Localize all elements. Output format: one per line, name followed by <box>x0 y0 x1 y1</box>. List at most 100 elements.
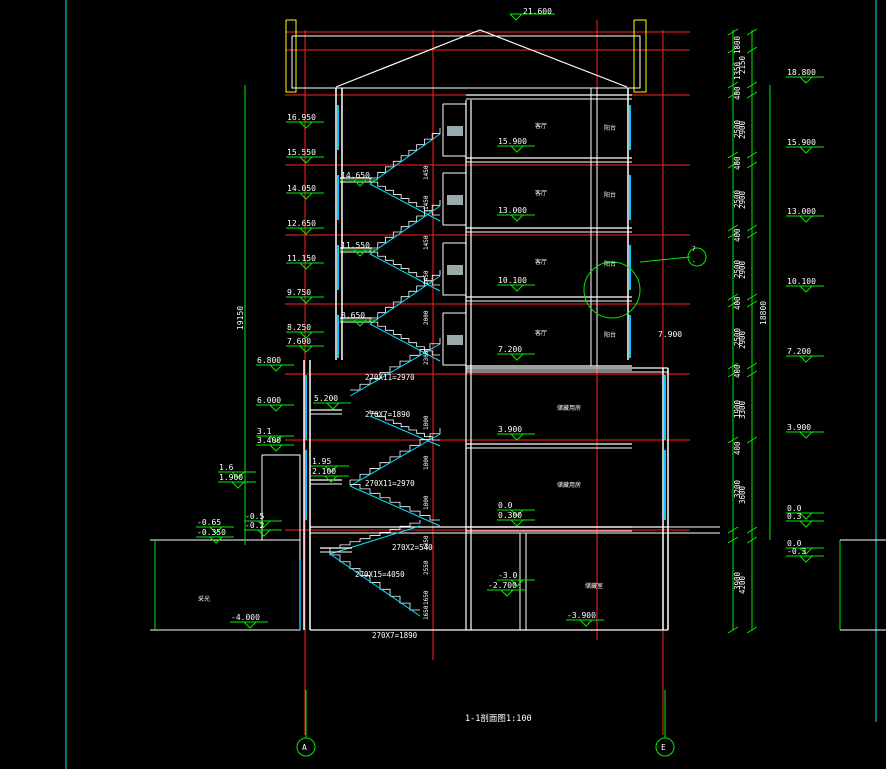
left-elevation-2-triangle <box>299 192 313 200</box>
left-elevation-13-triangle <box>231 481 245 489</box>
stair-run-1: 270X7=1890 <box>365 410 411 419</box>
drawing-title: 1-1剖面图 <box>465 713 506 724</box>
right-elevation-2-triangle <box>799 215 813 223</box>
section-mark-sheet: - <box>692 258 696 265</box>
right-elevation-7: 0.3 <box>787 512 802 521</box>
door-2-panel <box>447 335 463 345</box>
detail-callout-leader <box>639 256 691 263</box>
right-elevation-1-triangle <box>799 146 813 154</box>
right-elevation-4: 7.200 <box>787 347 811 356</box>
right-elevation-3-triangle <box>799 285 813 293</box>
left-elevation-9-triangle <box>269 404 283 412</box>
room-balcony-3: 阳台 <box>604 331 616 339</box>
right-dim-inner-6: 400 <box>733 228 742 242</box>
detail-callout-circle <box>583 261 641 319</box>
left-elevation-12: 1.6 <box>219 463 234 472</box>
floor-elevation-9-triangle <box>579 619 593 627</box>
left-elevation-9: 6.000 <box>257 396 281 405</box>
left-elevation-0-triangle <box>299 121 313 129</box>
right-dim-outer-1: 2900 <box>738 120 747 139</box>
room-balcony-1: 阳台 <box>604 191 616 199</box>
door-3-panel <box>447 265 463 275</box>
landing-elevation-5-triangle <box>324 475 338 483</box>
axis-label-a: A <box>302 743 307 752</box>
floor-elevation-3: 7.200 <box>498 345 522 354</box>
flight-basement-steps <box>329 548 420 611</box>
room-balcony-0: 阳台 <box>604 124 616 132</box>
right-dim-outer-7: 4200 <box>738 575 747 594</box>
door-4-panel <box>447 195 463 205</box>
landing-elevation-2: 8.650 <box>341 311 365 320</box>
stair-run-4: 270X15=4050 <box>355 570 405 579</box>
floor-elevation-1: 13.000 <box>498 206 527 215</box>
left-elevation-4: 11.150 <box>287 254 316 263</box>
stair-vertical-1: 1450 <box>423 195 430 210</box>
stair-vertical-3: 1450 <box>423 270 430 285</box>
roof-parapet <box>291 35 641 89</box>
left-elevation-5-triangle <box>299 296 313 304</box>
roof-gable <box>335 29 628 88</box>
flight-1-up-steps <box>350 428 441 481</box>
parapet-left <box>285 19 297 93</box>
landing-elevation-2-triangle <box>353 319 367 327</box>
right-dim-inner-10: 400 <box>733 364 742 378</box>
left-elevation-11-triangle <box>269 444 283 452</box>
drawing-scale: 1:100 <box>506 714 532 724</box>
left-elevation-15: -0.350 <box>197 528 226 537</box>
floor-elevation-2: 10.100 <box>498 276 527 285</box>
floor-elevation-0-triangle <box>510 145 524 153</box>
left-elevation-10: 3.1 <box>257 427 272 436</box>
stair-vertical-2: 1450 <box>423 235 430 250</box>
room-storage-0: 储藏用房 <box>557 404 581 412</box>
stair-vertical-6: 1800 <box>423 415 430 430</box>
right-elevation-3: 10.100 <box>787 277 816 286</box>
left-total-dimension: 19150 <box>236 306 245 330</box>
room-living-2: 客厅 <box>535 258 547 266</box>
stair-run-5: 270X7=1890 <box>372 631 418 640</box>
room-balcony-2: 阳台 <box>604 260 616 268</box>
floor-elevation-7: -3.0 <box>498 571 517 580</box>
right-elevation-0-triangle <box>799 76 813 84</box>
stair-run-0: 270X11=2970 <box>365 373 415 382</box>
right-dim-outer-2: 2900 <box>738 190 747 209</box>
landing-elevation-5: 2.100 <box>312 467 336 476</box>
outside-ground <box>150 539 301 631</box>
left-elevation-1-triangle <box>299 156 313 164</box>
top-elevation: 21.600 <box>523 7 552 16</box>
landing-elevation-6-triangle <box>243 621 257 629</box>
right-dim-outer-0: 2150 <box>738 55 747 74</box>
right-elevation-6-triangle <box>799 512 813 520</box>
right-dim-outer-4: 2900 <box>738 330 747 349</box>
left-elevation-13: 1.900 <box>219 473 243 482</box>
floor-elevation-5: 0.0 <box>498 501 513 510</box>
floor-elevation-9: -3.900 <box>567 611 596 620</box>
left-elevation-4-triangle <box>299 262 313 270</box>
left-elevation-3-triangle <box>299 227 313 235</box>
right-elevation-5: 3.900 <box>787 423 811 432</box>
landing-elevation-3-triangle <box>326 402 340 410</box>
right-elevation-7-triangle <box>799 520 813 528</box>
room-basement: 储藏室 <box>585 582 603 590</box>
landing-elevation-1: 11.550 <box>341 241 370 250</box>
side-level-right: 7.900 <box>658 330 682 339</box>
stair-run-2: 270X11=2970 <box>365 479 415 488</box>
stair-vertical-0: 1450 <box>423 165 430 180</box>
left-elevation-6: 8.250 <box>287 323 311 332</box>
right-dim-outer-3: 2900 <box>738 260 747 279</box>
stair-vertical-5: 2300 <box>423 350 430 365</box>
right-elevation-0: 18.800 <box>787 68 816 77</box>
stair-vertical-12: 1650 <box>423 605 430 620</box>
right-dim-inner-0: 1800 <box>733 35 742 54</box>
left-elevation-1: 15.550 <box>287 148 316 157</box>
right-dim-outer-5: 3300 <box>738 400 747 419</box>
detail-callout-bubble <box>687 247 707 267</box>
right-elevation-2: 13.000 <box>787 207 816 216</box>
left-elevation-5: 9.750 <box>287 288 311 297</box>
floor-elevation-0: 15.900 <box>498 137 527 146</box>
floor-elevation-4: 3.900 <box>498 425 522 434</box>
room-outside: 采光 <box>198 595 210 603</box>
left-elevation-16: -0.5 <box>245 512 264 521</box>
floor-elevation-8-triangle <box>500 589 514 597</box>
stair-vertical-4: 2000 <box>423 310 430 325</box>
floor-elevation-3-triangle <box>510 353 524 361</box>
